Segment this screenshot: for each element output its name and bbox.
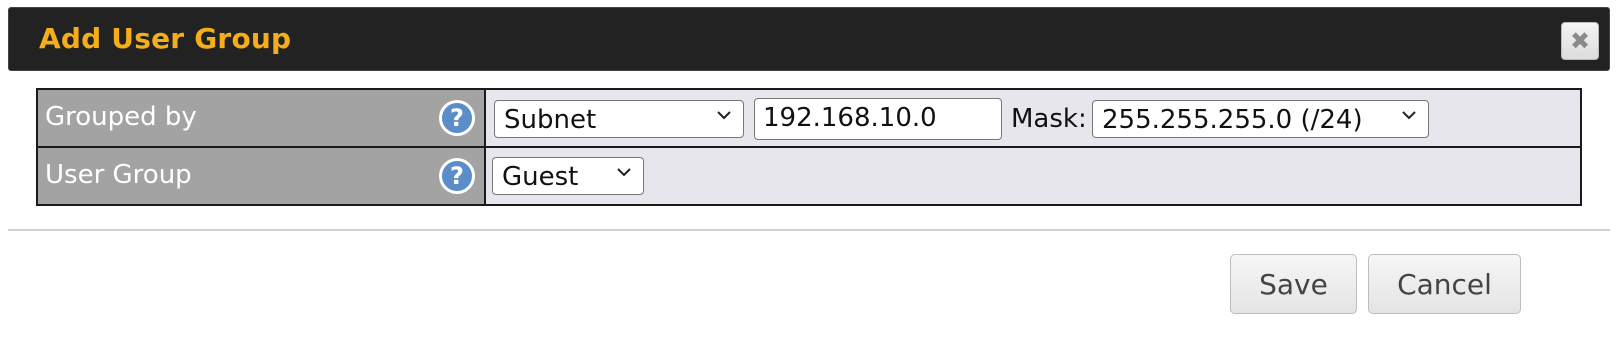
cancel-button[interactable]: Cancel [1368,254,1521,314]
chevron-down-icon [617,168,631,177]
grouped-by-label-cell: Grouped by ? [36,88,486,148]
grouped-by-field-cell: Subnet 192.168.10.0 Mask: 255.255.255.0 … [484,88,1582,148]
user-group-label-cell: User Group ? [36,146,486,206]
add-user-group-dialog: Add User Group ✖ Grouped by ? Subnet 192… [8,7,1610,357]
grouped-by-row: Grouped by ? Subnet 192.168.10.0 Mask: 2… [36,88,1582,148]
mask-value: 255.255.255.0 (/24) [1102,105,1363,135]
dialog-title: Add User Group [39,22,292,55]
grouped-by-type-value: Subnet [504,105,597,135]
user-group-row: User Group ? Guest [36,146,1582,206]
user-group-label: User Group [45,160,192,190]
chevron-down-icon [1402,111,1416,120]
ip-address-value: 192.168.10.0 [763,103,937,133]
close-icon: ✖ [1569,27,1591,55]
save-button[interactable]: Save [1230,254,1357,314]
grouped-by-label: Grouped by [45,102,197,132]
user-group-select[interactable]: Guest [492,157,644,195]
backdrop-edge [1610,0,1618,362]
help-icon[interactable]: ? [439,100,475,136]
user-group-value: Guest [502,162,579,192]
grouped-by-type-select[interactable]: Subnet [494,100,744,138]
mask-label: Mask: [1011,104,1087,134]
close-button[interactable]: ✖ [1561,22,1599,60]
user-group-form: Grouped by ? Subnet 192.168.10.0 Mask: 2… [36,88,1582,206]
user-group-field-cell: Guest [484,146,1582,206]
dialog-titlebar: Add User Group ✖ [8,7,1610,71]
chevron-down-icon [717,111,731,120]
ip-address-input[interactable]: 192.168.10.0 [754,98,1002,140]
mask-select[interactable]: 255.255.255.0 (/24) [1092,100,1429,138]
help-icon[interactable]: ? [439,158,475,194]
footer-divider [8,229,1610,231]
